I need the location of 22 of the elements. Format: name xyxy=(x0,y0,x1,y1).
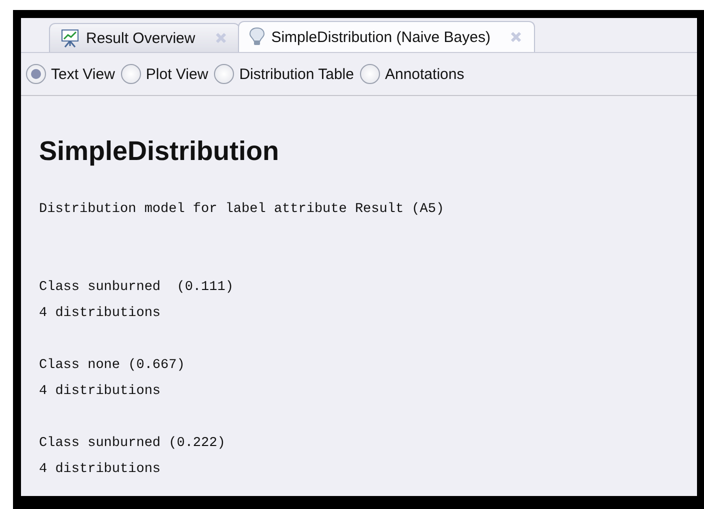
view-radio[interactable]: Annotations xyxy=(360,64,464,84)
close-icon[interactable] xyxy=(215,32,228,44)
model-title: SimpleDistribution xyxy=(39,136,280,167)
tab[interactable]: SimpleDistribution (Naive Bayes) xyxy=(238,21,536,52)
radio-button[interactable] xyxy=(360,64,380,84)
tab[interactable]: Result Overview xyxy=(49,23,240,52)
chart-easel-icon xyxy=(60,28,80,48)
class-detail: 4 distributions xyxy=(39,461,162,479)
view-radio[interactable]: Plot View xyxy=(120,64,208,84)
class-detail: 4 distributions xyxy=(39,305,162,323)
radio-button[interactable] xyxy=(120,64,141,84)
view-radio[interactable]: Text View xyxy=(26,64,115,84)
view-radio[interactable]: Distribution Table xyxy=(214,64,354,84)
class-heading: Class sunburned (0.222) xyxy=(39,435,226,453)
lightbulb-icon xyxy=(249,27,266,47)
model-summary: Distribution model for label attribute Result (A5) xyxy=(39,201,446,219)
close-icon[interactable] xyxy=(510,31,522,43)
radio-button[interactable] xyxy=(214,64,234,84)
class-detail: 4 distributions xyxy=(39,383,162,401)
class-heading: Class sunburned (0.111) xyxy=(39,279,234,297)
radio-button[interactable] xyxy=(26,64,46,84)
class-heading: Class none (0.667) xyxy=(39,357,186,375)
